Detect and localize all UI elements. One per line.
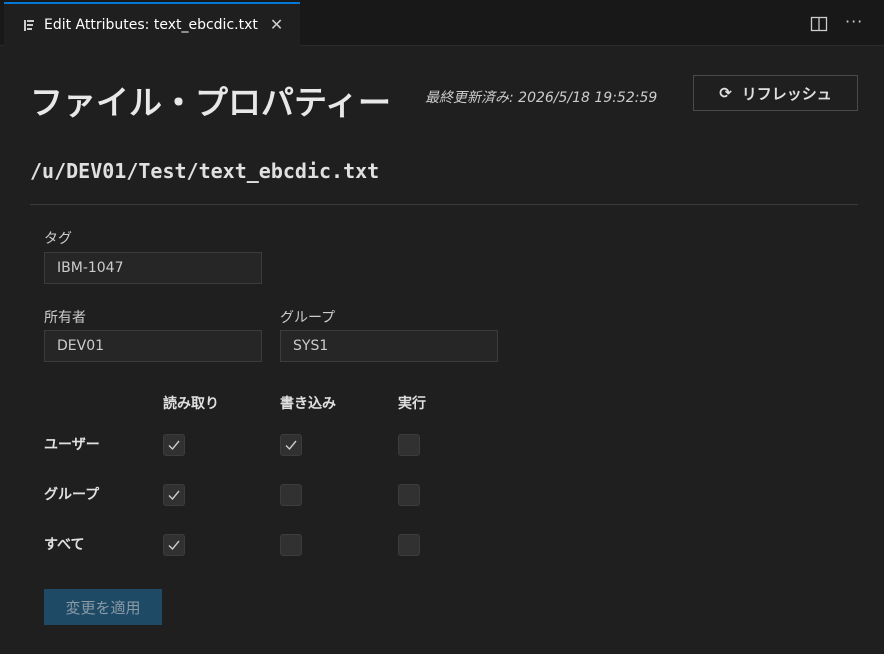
file-preview-icon	[22, 18, 36, 32]
checkbox-user-write[interactable]	[280, 434, 302, 456]
split-editor-icon[interactable]	[810, 15, 828, 33]
editor-tab-bar: Edit Attributes: text_ebcdic.txt ✕ ···	[0, 0, 884, 46]
more-actions-icon[interactable]: ···	[845, 12, 863, 31]
permission-column-read: 読み取り	[163, 396, 219, 412]
owner-label: 所有者	[44, 310, 86, 326]
tab-title: Edit Attributes: text_ebcdic.txt	[44, 17, 258, 33]
group-input[interactable]: SYS1	[280, 330, 498, 362]
last-updated-text: 最終更新済み: 2026/5/18 19:52:59	[425, 90, 658, 106]
checkbox-all-execute[interactable]	[398, 534, 420, 556]
check-icon	[168, 540, 180, 551]
checkbox-user-read[interactable]	[163, 434, 185, 456]
refresh-button-label: リフレッシュ	[741, 84, 832, 103]
permission-row-user: ユーザー	[44, 437, 100, 453]
owner-input[interactable]: DEV01	[44, 330, 262, 362]
checkbox-user-execute[interactable]	[398, 434, 420, 456]
check-icon	[168, 490, 180, 501]
permission-column-execute: 実行	[398, 396, 426, 412]
close-icon[interactable]: ✕	[270, 17, 283, 33]
tag-label: タグ	[44, 231, 72, 247]
check-icon	[168, 440, 180, 451]
refresh-icon: ⟳	[719, 84, 732, 102]
check-icon	[285, 440, 297, 451]
tab-edit-attributes[interactable]: Edit Attributes: text_ebcdic.txt ✕	[4, 2, 300, 46]
checkbox-group-execute[interactable]	[398, 484, 420, 506]
divider	[30, 204, 858, 205]
group-label: グループ	[280, 310, 336, 326]
refresh-button[interactable]: ⟳ リフレッシュ	[693, 75, 858, 111]
tag-input[interactable]: IBM-1047	[44, 252, 262, 284]
checkbox-all-read[interactable]	[163, 534, 185, 556]
file-path: /u/DEV01/Test/text_ebcdic.txt	[30, 159, 380, 183]
attributes-panel: ファイル・プロパティー 最終更新済み: 2026/5/18 19:52:59 ⟳…	[0, 46, 884, 654]
apply-changes-button[interactable]: 変更を適用	[44, 589, 162, 625]
permission-row-all: すべて	[44, 537, 85, 553]
checkbox-group-write[interactable]	[280, 484, 302, 506]
permission-row-group: グループ	[44, 487, 100, 503]
checkbox-group-read[interactable]	[163, 484, 185, 506]
page-title: ファイル・プロパティー	[30, 83, 392, 122]
permission-column-write: 書き込み	[280, 396, 336, 412]
checkbox-all-write[interactable]	[280, 534, 302, 556]
